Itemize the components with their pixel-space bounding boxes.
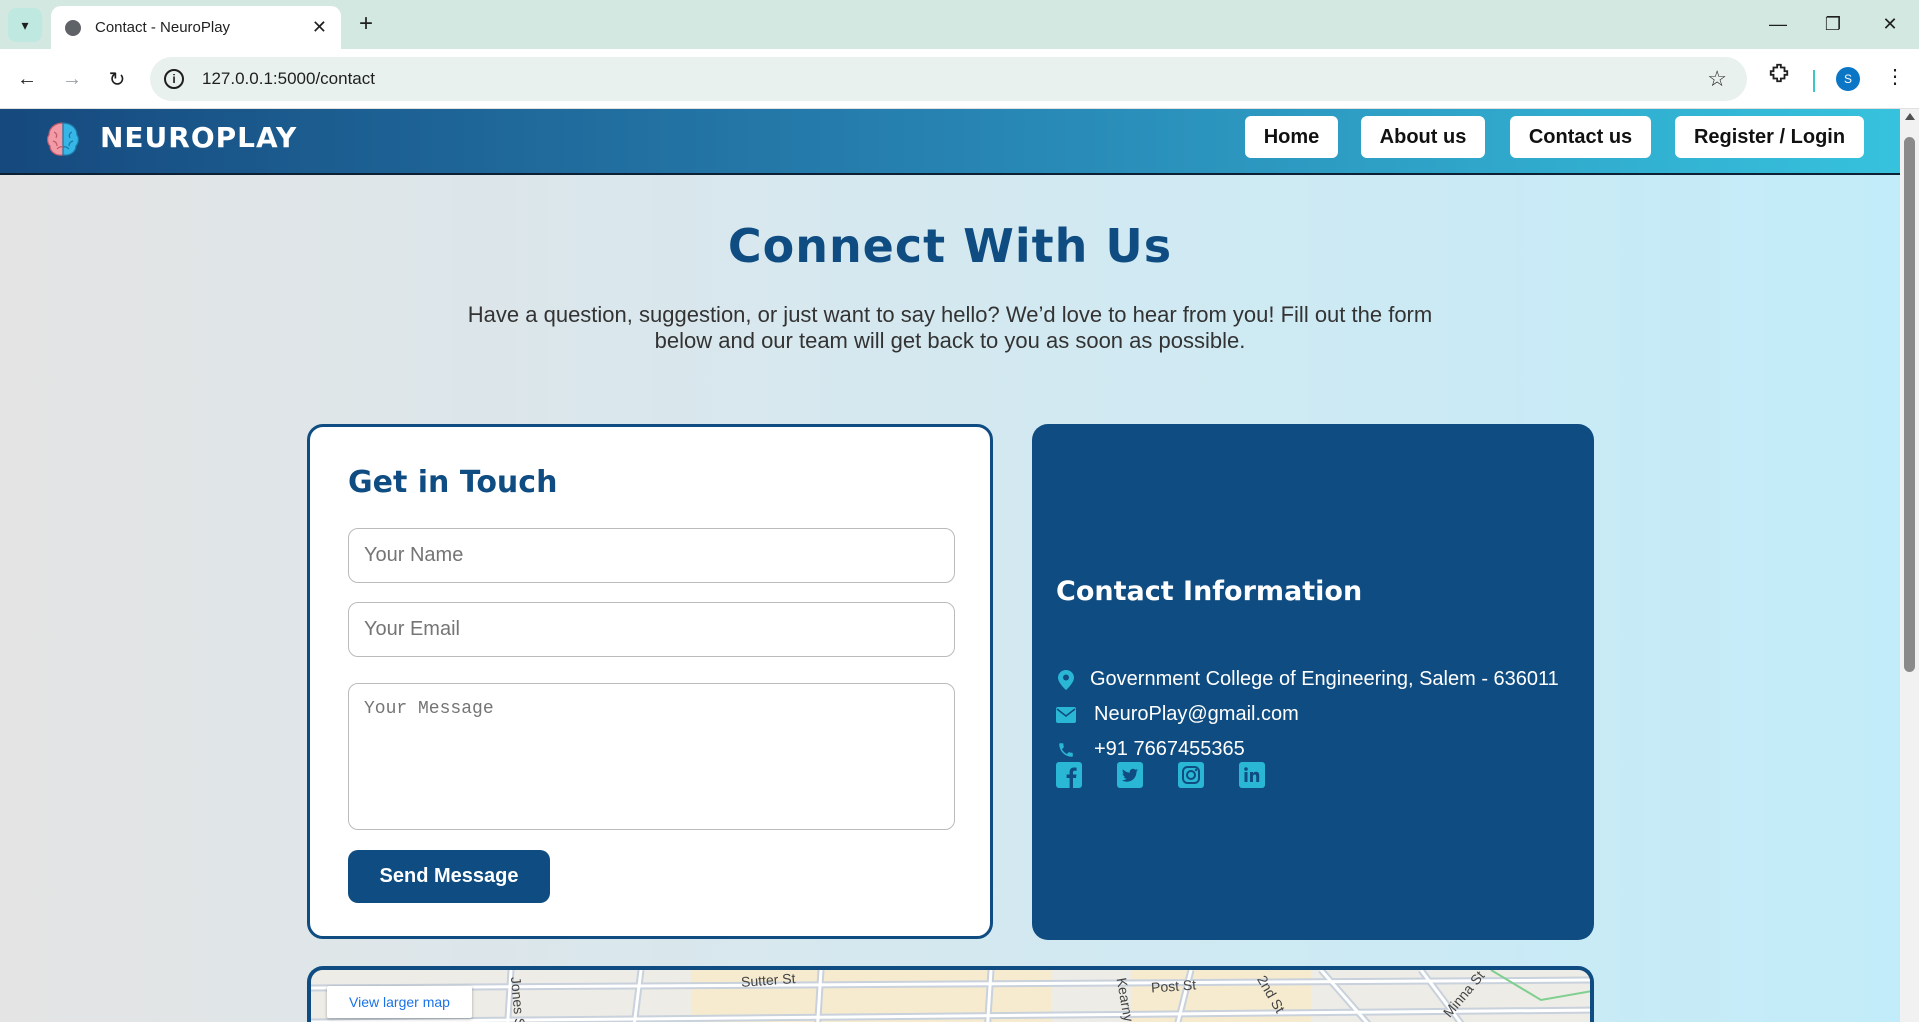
nav-about[interactable]: About us <box>1361 116 1485 158</box>
window-close-button[interactable]: ✕ <box>1870 8 1910 40</box>
view-larger-map-button[interactable]: View larger map <box>327 986 472 1018</box>
toolbar-separator <box>1813 70 1815 92</box>
email-row: NeuroPlay@gmail.com <box>1056 703 1299 726</box>
email-text[interactable]: NeuroPlay@gmail.com <box>1094 703 1299 726</box>
linkedin-icon[interactable] <box>1239 762 1265 788</box>
email-input[interactable] <box>348 602 955 657</box>
phone-row: +91 7667455365 <box>1056 738 1245 761</box>
forward-button[interactable]: → <box>56 63 88 95</box>
bookmark-star-icon[interactable]: ☆ <box>1707 66 1727 92</box>
message-textarea[interactable] <box>348 683 955 830</box>
twitter-icon[interactable] <box>1117 762 1143 788</box>
contact-form-card: Get in Touch Send Message <box>307 424 993 939</box>
instagram-icon[interactable] <box>1178 762 1204 788</box>
back-button[interactable]: ← <box>11 63 43 95</box>
contact-info-title: Contact Information <box>1056 576 1363 607</box>
reload-button[interactable]: ↻ <box>101 63 133 95</box>
url-text: 127.0.0.1:5000/contact <box>202 69 375 88</box>
close-tab-icon[interactable]: ✕ <box>312 17 327 38</box>
page-viewport: NEUROPLAY Home About us Contact us Regis… <box>0 109 1900 1022</box>
browser-menu-icon[interactable]: ⋮ <box>1885 64 1905 89</box>
site-header: NEUROPLAY Home About us Contact us Regis… <box>0 109 1900 175</box>
street-label: Post St <box>1150 976 1197 996</box>
page-subtitle: Have a question, suggestion, or just wan… <box>467 302 1433 353</box>
map-streets <box>311 970 1590 1022</box>
tab-search-button[interactable]: ▾ <box>8 8 42 42</box>
new-tab-button[interactable]: + <box>352 10 380 38</box>
address-text: Government College of Engineering, Salem… <box>1090 668 1559 690</box>
page-scrollbar[interactable] <box>1900 109 1919 1022</box>
extensions-icon[interactable] <box>1768 62 1790 90</box>
scrollbar-thumb[interactable] <box>1904 137 1915 672</box>
form-title: Get in Touch <box>348 465 558 500</box>
map-pin-icon <box>1056 669 1076 690</box>
contact-info-card: Contact Information Government College o… <box>1032 424 1594 940</box>
chevron-down-icon: ▾ <box>21 16 29 33</box>
facebook-icon[interactable] <box>1056 762 1082 788</box>
globe-icon <box>65 19 81 36</box>
profile-avatar[interactable]: S <box>1836 67 1860 91</box>
address-bar[interactable]: i 127.0.0.1:5000/contact ☆ <box>150 57 1747 101</box>
nav-home[interactable]: Home <box>1245 116 1338 158</box>
browser-toolbar: ← → ↻ i 127.0.0.1:5000/contact ☆ <box>0 49 1919 109</box>
page-title: Connect With Us <box>727 219 1173 273</box>
map-embed[interactable]: View larger map Sutter St Post St Kearny… <box>307 966 1594 1022</box>
brain-logo-icon[interactable] <box>43 119 83 159</box>
browser-tab[interactable]: Contact - NeuroPlay ✕ <box>51 6 341 49</box>
envelope-icon <box>1056 705 1076 725</box>
tab-title: Contact - NeuroPlay <box>95 19 231 36</box>
minimize-button[interactable]: — <box>1758 8 1798 40</box>
send-message-button[interactable]: Send Message <box>348 850 550 903</box>
restore-button[interactable]: ❐ <box>1813 8 1853 40</box>
browser-tab-bar: ▾ Contact - NeuroPlay ✕ + — ❐ ✕ <box>0 0 1919 49</box>
address-row: Government College of Engineering, Salem… <box>1056 668 1559 691</box>
phone-text: +91 7667455365 <box>1094 738 1245 760</box>
site-info-icon[interactable]: i <box>164 69 184 89</box>
nav-contact[interactable]: Contact us <box>1510 116 1651 158</box>
brand-name[interactable]: NEUROPLAY <box>100 121 297 154</box>
phone-icon <box>1056 740 1076 760</box>
nav-register-login[interactable]: Register / Login <box>1675 116 1864 158</box>
scroll-up-icon[interactable] <box>1905 113 1915 120</box>
name-input[interactable] <box>348 528 955 583</box>
